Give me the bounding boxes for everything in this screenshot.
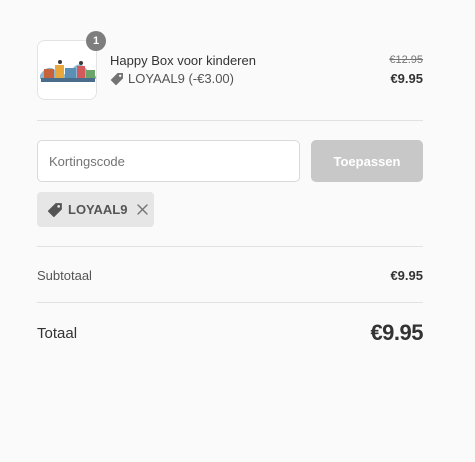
product-image-icon [38, 41, 96, 99]
close-icon[interactable] [137, 204, 149, 215]
subtotal-value: €9.95 [390, 268, 423, 283]
quantity-badge: 1 [86, 31, 106, 51]
product-discount: LOYAAL9 (-€3.00) [110, 71, 234, 86]
applied-discount-tag: LOYAAL9 [37, 192, 154, 227]
divider [37, 120, 423, 121]
discount-code-input[interactable] [37, 140, 300, 182]
apply-discount-button[interactable]: Toepassen [311, 140, 423, 182]
product-image [37, 40, 97, 100]
tag-icon [47, 202, 63, 218]
product-line-item: 1 Happy Box voor kinderen LOYAAL9 (-€3.0… [37, 31, 423, 100]
discounted-price: €9.95 [390, 71, 423, 86]
original-price: €12.95 [389, 54, 423, 66]
total-value: €9.95 [370, 320, 423, 345]
order-summary: 1 Happy Box voor kinderen LOYAAL9 (-€3.0… [0, 0, 475, 462]
product-thumbnail-wrapper: 1 [37, 31, 106, 100]
applied-discount-code: LOYAAL9 [68, 202, 128, 217]
divider [37, 246, 423, 247]
tag-icon [110, 72, 124, 86]
product-name: Happy Box voor kinderen [110, 53, 256, 68]
total-label: Totaal [37, 325, 78, 342]
subtotal-label: Subtotaal [37, 268, 92, 283]
divider [37, 302, 423, 303]
product-discount-text: LOYAAL9 (-€3.00) [128, 71, 234, 86]
